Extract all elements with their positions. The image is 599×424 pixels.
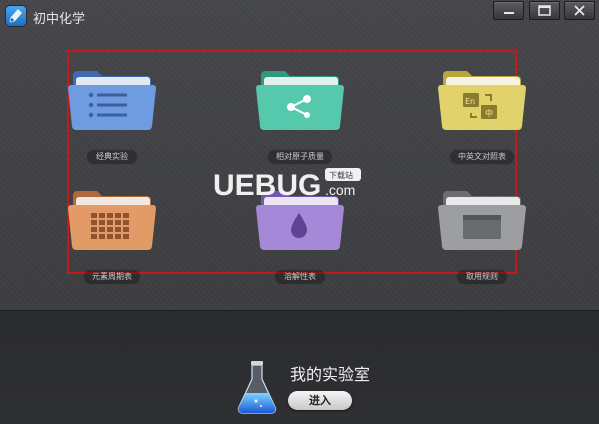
svg-text:中: 中 <box>485 108 493 118</box>
maximize-button[interactable] <box>529 1 560 20</box>
close-icon <box>574 5 585 16</box>
maximize-icon <box>538 5 551 16</box>
tile-classic-experiments[interactable]: 经典实验 <box>67 65 157 165</box>
folder-icon <box>68 71 156 130</box>
watermark-logo: UEBUG .com 下载站 <box>213 165 373 205</box>
title-bar: 初中化学 <box>0 0 599 34</box>
tile-periodic-table[interactable]: 元素周期表 <box>67 185 157 285</box>
window-icon <box>463 215 501 239</box>
close-button[interactable] <box>564 1 595 20</box>
tile-relative-atomic-mass[interactable]: 相对原子质量 <box>255 65 345 165</box>
watermark-brand: UEBUG <box>213 169 321 202</box>
lab-title: 我的实验室 <box>290 365 371 384</box>
minimize-icon <box>504 12 514 14</box>
tile-label: 溶解性表 <box>274 269 326 285</box>
enter-lab-button[interactable]: 进入 <box>288 391 352 410</box>
minimize-button[interactable] <box>493 1 524 20</box>
folder-icon <box>438 191 526 250</box>
watermark-suffix: .com <box>325 182 355 198</box>
tile-label: 经典实验 <box>86 149 138 165</box>
watermark-badge: 下载站 <box>329 170 353 180</box>
app-title: 初中化学 <box>33 12 86 27</box>
flask-icon <box>237 361 277 414</box>
tile-usage-rules[interactable]: 取用规则 <box>437 185 527 285</box>
tile-chinese-english-table[interactable]: En 中 中英文对照表 <box>437 65 527 165</box>
tile-label: 取用规则 <box>456 269 508 285</box>
svg-text:En: En <box>465 97 475 106</box>
folder-icon <box>256 71 344 130</box>
folder-icon: En 中 <box>438 71 526 130</box>
tile-label: 元素周期表 <box>83 269 141 285</box>
tile-label: 相对原子质量 <box>267 149 333 165</box>
tile-label: 中英文对照表 <box>449 149 515 165</box>
folder-icon <box>68 191 156 250</box>
flask-app-icon <box>6 6 26 26</box>
